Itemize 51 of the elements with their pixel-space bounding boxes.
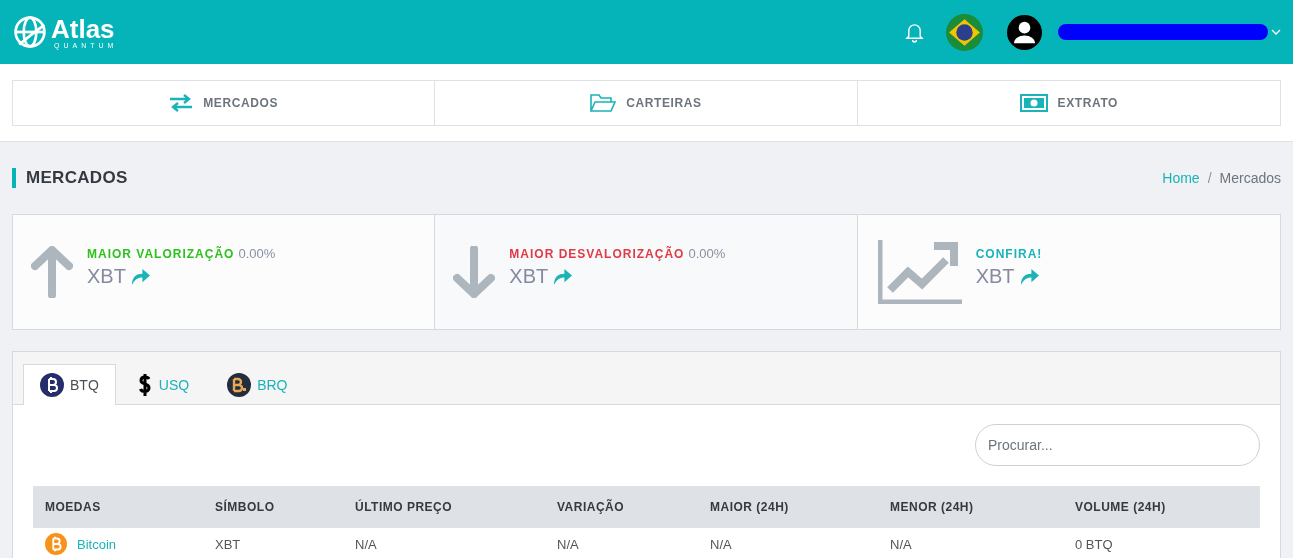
- coin-b-icon: [227, 372, 252, 397]
- share-arrow-icon[interactable]: [552, 267, 574, 286]
- share-arrow-icon[interactable]: [129, 267, 151, 286]
- brazil-flag-icon[interactable]: [946, 13, 983, 51]
- coin-link[interactable]: Bitcoin: [77, 536, 117, 552]
- column-header: MOEDAS: [44, 500, 102, 514]
- table-cell-text: N/A: [709, 536, 733, 552]
- globe-logo-icon: [12, 14, 48, 50]
- trend-chart-icon: [877, 240, 962, 304]
- stat-percentage: 0.00%: [688, 246, 726, 261]
- stat-percentage: 0.00%: [238, 246, 276, 261]
- user-avatar-icon[interactable]: [1007, 14, 1042, 50]
- breadcrumb-separator: /: [1207, 170, 1212, 186]
- table-cell-text: N/A: [889, 536, 913, 552]
- currency-tab[interactable]: USQ: [119, 364, 207, 404]
- column-header: SÍMBOLO: [214, 500, 276, 514]
- column-header: MAIOR (24H): [709, 500, 790, 514]
- table-cell-text: N/A: [354, 536, 378, 552]
- currency-tab[interactable]: BRQ: [210, 364, 305, 404]
- stat-label: MAIOR DESVALORIZAÇÃO: [509, 246, 685, 261]
- table-cell-text: XBT: [214, 536, 242, 552]
- column-header: VOLUME (24H): [1074, 500, 1167, 514]
- table-cell-text: 0 BTQ: [1074, 536, 1114, 552]
- bitcoin-coin-icon: [45, 533, 67, 555]
- arrow-down-icon: [453, 246, 496, 298]
- notification-bell-icon[interactable]: [905, 21, 924, 43]
- chevron-down-icon[interactable]: [1271, 29, 1281, 35]
- stat-label: CONFIRA!: [975, 246, 1043, 261]
- arrow-up-icon: [31, 246, 73, 298]
- stat-label: MAIOR VALORIZAÇÃO: [87, 246, 235, 261]
- table-cell-text: N/A: [556, 536, 580, 552]
- nav-tab[interactable]: MERCADOS: [13, 81, 436, 125]
- stat-symbol: XBT: [87, 265, 126, 288]
- column-header: VARIAÇÃO: [556, 500, 626, 514]
- search-field[interactable]: Procurar...: [975, 424, 1260, 466]
- share-arrow-icon[interactable]: [1018, 266, 1040, 286]
- currency-tab[interactable]: BTQ: [23, 364, 116, 405]
- swap-arrows-icon: [169, 94, 194, 112]
- stat-symbol: XBT: [509, 265, 549, 288]
- nav-tab[interactable]: CARTEIRAS: [435, 81, 858, 125]
- folder-icon: [590, 93, 617, 113]
- stat-symbol: XBT: [975, 264, 1015, 288]
- column-header: MENOR (24H): [889, 500, 975, 514]
- dollar-sign-icon: [136, 372, 153, 397]
- nav-tab[interactable]: EXTRATO: [857, 81, 1280, 125]
- breadcrumb-current: Mercados: [1219, 170, 1281, 186]
- bitcoin-coin-icon: [40, 373, 64, 397]
- logo-name: Atlas: [51, 15, 116, 42]
- banknote-icon: [1019, 94, 1048, 112]
- column-header: ÚLTIMO PREÇO: [354, 500, 454, 514]
- page-title: MERCADOS: [12, 168, 128, 188]
